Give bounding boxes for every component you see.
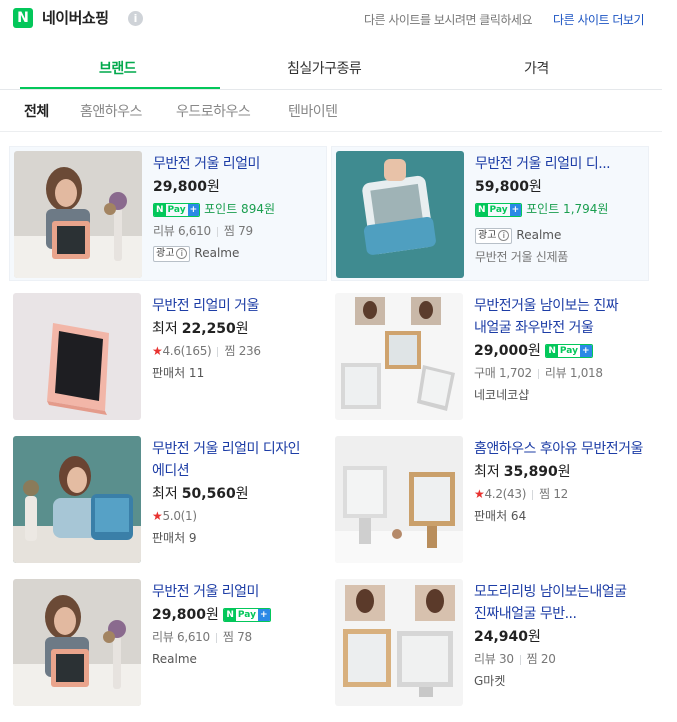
npay-badge-icon: N Pay + bbox=[545, 344, 593, 358]
product-title[interactable]: 무반전 거울 리얼미 bbox=[152, 581, 322, 603]
product-seller: 네코네코샵 bbox=[474, 388, 530, 402]
product-price: 최저 50,560원 bbox=[152, 486, 249, 502]
product-card[interactable]: 무반전거울 남이보는 진짜 내얼굴 좌우반전 거울 29,000원 N Pay + … bbox=[331, 289, 649, 424]
product-image[interactable] bbox=[13, 293, 141, 420]
product-seller: G마켓 bbox=[474, 674, 506, 688]
product-image[interactable] bbox=[13, 579, 141, 706]
star-icon: ★ bbox=[152, 509, 163, 523]
product-card[interactable]: 무반전 거울 리얼미 디자인 에디션 최저 50,560원 ★5.0(1) 판매처… bbox=[9, 432, 327, 567]
product-stats: 리뷰 6,610 찜 78 bbox=[152, 630, 252, 644]
star-icon: ★ bbox=[152, 344, 163, 358]
product-title[interactable]: 무반전 거울 리얼미 디... bbox=[475, 153, 645, 175]
npay-points: N Pay + 포인트 1,794원 bbox=[475, 198, 645, 220]
tab-bed-furniture-type[interactable]: 침실가구종류 bbox=[287, 58, 362, 78]
product-stats: 리뷰 6,610 찜 79 bbox=[153, 224, 253, 238]
subtab-10x10[interactable]: 텐바이텐 bbox=[288, 101, 338, 121]
product-card[interactable]: 모도리리빙 남이보는내얼굴 진짜내얼굴 무반... 24,940원 리뷰 30 찜… bbox=[331, 575, 649, 710]
product-stats: 리뷰 30 찜 20 bbox=[474, 652, 556, 666]
product-title[interactable]: 모도리리빙 남이보는내얼굴 진짜내얼굴 무반... bbox=[474, 581, 644, 625]
npay-badge-icon: N Pay + bbox=[223, 608, 271, 622]
ad-badge[interactable]: 광고 i bbox=[153, 245, 191, 262]
product-image[interactable] bbox=[14, 151, 142, 278]
npay-badge-icon: N Pay + bbox=[153, 202, 201, 217]
shopping-header: N 네이버쇼핑 i 다른 사이트를 보시려면 클릭하세요 다른 사이트 더보기 bbox=[0, 0, 677, 38]
info-icon: i bbox=[176, 247, 188, 259]
product-price: 59,800원 bbox=[475, 179, 542, 195]
product-price: 29,800원 N Pay + bbox=[152, 604, 322, 626]
product-seller: 판매처 9 bbox=[152, 531, 197, 545]
product-price: 최저 35,890원 bbox=[474, 464, 571, 480]
star-icon: ★ bbox=[474, 487, 485, 501]
product-title[interactable]: 무반전 거울 리얼미 bbox=[153, 153, 323, 175]
product-title[interactable]: 무반전 리얼미 거울 bbox=[152, 295, 322, 317]
filter-tabs: 브랜드 침실가구종류 가격 bbox=[0, 44, 662, 90]
info-icon: i bbox=[498, 229, 510, 241]
product-card[interactable]: 무반전 거울 리얼미 29,800원 N Pay + 포인트 894원 리뷰 6,61… bbox=[9, 146, 327, 281]
product-seller: 광고 i Realme bbox=[153, 242, 323, 264]
tab-brand[interactable]: 브랜드 bbox=[99, 58, 137, 78]
product-title[interactable]: 무반전거울 남이보는 진짜 내얼굴 좌우반전 거울 bbox=[474, 295, 644, 339]
product-rating: ★5.0(1) bbox=[152, 509, 197, 523]
more-sites-link[interactable]: 다른 사이트 더보기 bbox=[553, 11, 644, 28]
brand-subtabs: 전체 홈앤하우스 우드로하우스 텐바이텐 bbox=[0, 90, 662, 132]
product-seller: 판매처 64 bbox=[474, 509, 527, 523]
naver-logo-icon[interactable]: N bbox=[13, 8, 33, 28]
product-price: 29,800원 bbox=[153, 179, 220, 195]
product-title[interactable]: 홈앤하우스 후아유 무반전거울 bbox=[474, 438, 644, 460]
product-subtitle: 무반전 거울 신제품 bbox=[475, 250, 568, 264]
tab-price[interactable]: 가격 bbox=[524, 58, 549, 78]
product-card[interactable]: 홈앤하우스 후아유 무반전거울 최저 35,890원 ★4.2(43) 찜 12 판… bbox=[331, 432, 649, 567]
brand-title[interactable]: 네이버쇼핑 bbox=[42, 7, 109, 28]
product-stats: 구매 1,702 리뷰 1,018 bbox=[474, 366, 603, 380]
product-image[interactable] bbox=[13, 436, 141, 563]
product-rating: ★4.6(165) 찜 236 bbox=[152, 344, 261, 358]
product-seller: 광고 i Realme bbox=[475, 224, 645, 246]
product-price: 24,940원 bbox=[474, 629, 541, 645]
active-tab-indicator bbox=[20, 87, 220, 89]
subtab-woodro-house[interactable]: 우드로하우스 bbox=[176, 101, 251, 121]
product-card[interactable]: 무반전 리얼미 거울 최저 22,250원 ★4.6(165) 찜 236 판매처 … bbox=[9, 289, 327, 424]
product-image[interactable] bbox=[335, 293, 463, 420]
product-price: 29,000원 N Pay + bbox=[474, 340, 644, 362]
product-image[interactable] bbox=[335, 579, 463, 706]
product-image[interactable] bbox=[335, 436, 463, 563]
product-card[interactable]: 무반전 거울 리얼미 29,800원 N Pay + 리뷰 6,610 찜 78 Re… bbox=[9, 575, 327, 710]
ad-badge[interactable]: 광고 i bbox=[475, 227, 513, 244]
npay-points: N Pay + 포인트 894원 bbox=[153, 198, 323, 220]
subtab-all[interactable]: 전체 bbox=[24, 101, 49, 121]
npay-badge-icon: N Pay + bbox=[475, 202, 523, 217]
info-icon[interactable]: i bbox=[128, 11, 143, 26]
subtab-home-and-house[interactable]: 홈앤하우스 bbox=[80, 101, 142, 121]
product-seller: Realme bbox=[152, 652, 197, 666]
product-rating: ★4.2(43) 찜 12 bbox=[474, 487, 569, 501]
hint-text: 다른 사이트를 보시려면 클릭하세요 bbox=[363, 13, 533, 27]
product-seller: 판매처 11 bbox=[152, 366, 205, 380]
product-price: 최저 22,250원 bbox=[152, 321, 249, 337]
product-card[interactable]: 무반전 거울 리얼미 디... 59,800원 N Pay + 포인트 1,794원 … bbox=[331, 146, 649, 281]
product-title[interactable]: 무반전 거울 리얼미 디자인 에디션 bbox=[152, 438, 322, 482]
product-image[interactable] bbox=[336, 151, 464, 278]
